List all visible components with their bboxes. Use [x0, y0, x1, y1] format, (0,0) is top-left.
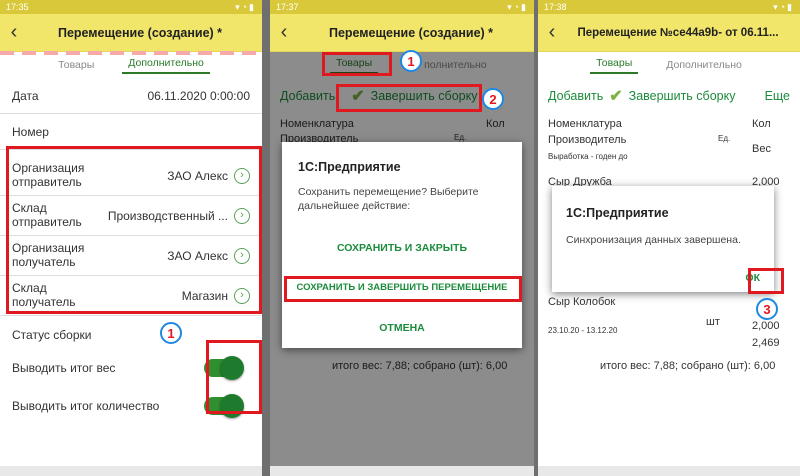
screen-3: 17:38 ▾◔▮ ‹ Перемещение №ce44a9b- от 06.1… — [538, 0, 800, 476]
nav-bar — [538, 466, 800, 476]
status-icons: ▾◔▮ — [773, 1, 794, 12]
number-row[interactable]: Номер — [0, 114, 262, 150]
highlight-box — [6, 146, 262, 314]
table-header-weight: Вес — [752, 143, 771, 155]
dialog-text: Сохранить перемещение? Выберите дальнейш… — [298, 186, 479, 212]
status-icons: ▾◔▮ — [235, 1, 256, 12]
item-dates: 23.10.20 - 13.12.20 — [548, 326, 618, 335]
step-marker: 2 — [482, 88, 504, 110]
clock: 17:35 — [6, 2, 29, 12]
item-unit: шт — [706, 316, 720, 328]
tab-additional[interactable]: Дополнительно — [660, 59, 748, 74]
step-marker: 1 — [400, 50, 422, 72]
toggle-qty-label: Выводить итог количество — [12, 399, 160, 413]
tab-goods[interactable]: Товары — [52, 59, 100, 74]
totals-footer: итого вес: 7,88; собрано (шт): 6,00 — [600, 360, 776, 372]
step-marker: 3 — [756, 298, 778, 320]
status-bar: 17:35 ▾◔▮ — [0, 0, 262, 14]
item-name[interactable]: Сыр Колобок — [548, 296, 615, 308]
date-value: 06.11.2020 0:00:00 — [147, 88, 250, 103]
save-close-button[interactable]: СОХРАНИТЬ И ЗАКРЫТЬ — [282, 242, 522, 254]
app-header: ‹ Перемещение №ce44a9b- от 06.11... — [538, 14, 800, 52]
date-row[interactable]: Дата 06.11.2020 0:00:00 — [0, 78, 262, 114]
screen-2: 17:37 ▾◔▮ ‹ Перемещение (создание) * Това… — [270, 0, 534, 476]
page-title: Перемещение (создание) * — [328, 25, 494, 40]
add-button[interactable]: Добавить — [548, 89, 603, 103]
highlight-box — [284, 276, 522, 302]
number-label: Номер — [12, 124, 49, 139]
toolbar: Добавить ✔ Завершить сборку Еще — [538, 82, 800, 110]
dialog-text: Синхронизация данных завершена. — [566, 234, 741, 246]
table-header-producer: Производитель — [548, 134, 627, 146]
tabs: Товары Дополнительно — [0, 52, 262, 74]
more-button[interactable]: Еще — [765, 89, 790, 103]
item-weight: 2,469 — [752, 337, 780, 349]
toggle-weight-label: Выводить итог вес — [12, 361, 116, 375]
clock: 17:38 — [544, 2, 567, 12]
table-header-qty: Кол — [752, 118, 771, 130]
table-header-unit: Ед. — [718, 134, 731, 143]
app-header: ‹ Перемещение (создание) * — [0, 14, 262, 55]
table-header-expiry: Выработка - годен до — [548, 152, 628, 161]
highlight-box — [206, 340, 262, 414]
step-marker: 1 — [160, 322, 182, 344]
back-arrow-icon[interactable]: ‹ — [270, 21, 298, 44]
status-bar: 17:38 ▾◔▮ — [538, 0, 800, 14]
dialog-title: 1С:Предприятие — [298, 160, 401, 174]
sync-dialog: 1С:Предприятие Синхронизация данных заве… — [552, 186, 774, 292]
nav-bar — [270, 466, 534, 476]
page-title: Перемещение №ce44a9b- от 06.11... — [577, 26, 779, 39]
save-dialog: 1С:Предприятие Сохранить перемещение? Вы… — [282, 142, 522, 348]
tabs: Товары Дополнительно — [538, 52, 800, 74]
cancel-button[interactable]: ОТМЕНА — [282, 322, 522, 334]
table-header-name: Номенклатура — [548, 118, 622, 130]
screen-1: 17:35 ▾◔▮ ‹ Перемещение (создание) * Това… — [0, 0, 262, 476]
clock: 17:37 — [276, 2, 299, 12]
item-qty: 2,000 — [752, 320, 780, 332]
status-bar: 17:37 ▾◔▮ — [270, 0, 534, 14]
back-arrow-icon[interactable]: ‹ — [0, 21, 28, 44]
status-icons: ▾◔▮ — [507, 1, 528, 12]
status-label: Статус сборки — [12, 328, 92, 342]
tab-goods[interactable]: Товары — [590, 57, 639, 74]
highlight-box — [336, 84, 482, 112]
date-label: Дата — [12, 88, 39, 103]
dialog-title: 1С:Предприятие — [566, 206, 669, 220]
tab-additional[interactable]: Дополнительно — [122, 57, 210, 74]
highlight-box — [322, 52, 392, 76]
finish-assembly-button[interactable]: Завершить сборку — [629, 89, 736, 103]
highlight-box — [748, 268, 784, 294]
checkmark-icon: ✔ — [609, 88, 623, 105]
app-header: ‹ Перемещение (создание) * — [270, 14, 534, 52]
page-title: Перемещение (создание) * — [57, 25, 223, 40]
nav-bar — [0, 466, 262, 476]
back-arrow-icon[interactable]: ‹ — [538, 21, 566, 44]
header-stripe — [0, 51, 262, 55]
